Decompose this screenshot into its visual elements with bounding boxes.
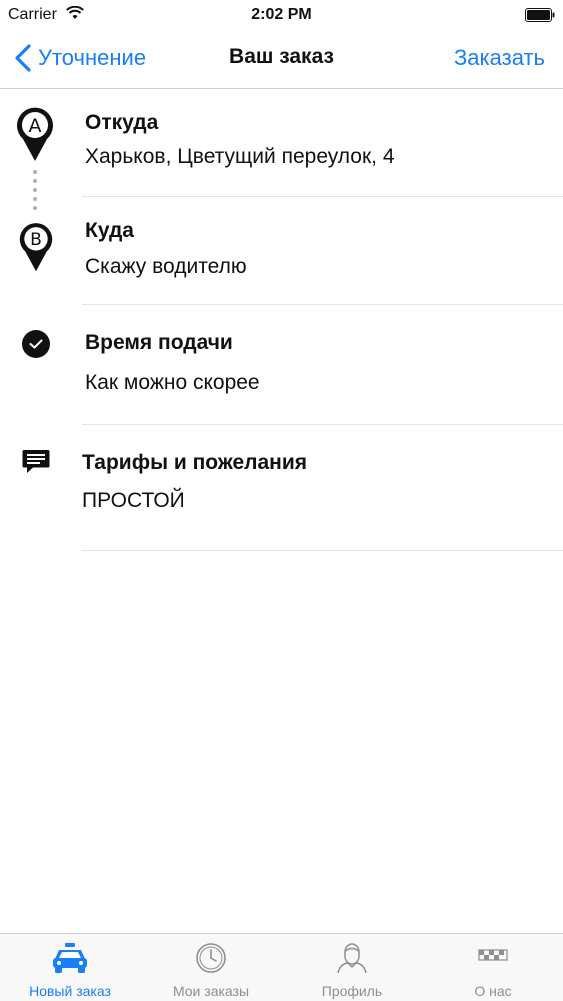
tab-my-orders[interactable]: Мои заказы bbox=[141, 934, 281, 1001]
tariff-title: Тарифы и пожелания bbox=[82, 451, 308, 474]
battery-icon bbox=[525, 8, 555, 22]
row-separator bbox=[82, 550, 563, 551]
navigation-bar: Уточнение Ваш заказ Заказать bbox=[0, 30, 563, 89]
tab-bar: Новый заказ Мои заказы Профиль О нас bbox=[0, 933, 563, 1001]
profile-icon bbox=[337, 943, 367, 974]
clock-label: 2:02 PM bbox=[251, 6, 312, 23]
tab-about[interactable]: О нас bbox=[423, 934, 563, 1001]
tariff-value: ПРОСТОЙ bbox=[82, 489, 185, 512]
time-title: Время подачи bbox=[85, 331, 233, 354]
back-button[interactable]: Уточнение bbox=[14, 42, 146, 74]
order-button[interactable]: Заказать bbox=[454, 45, 545, 71]
from-value: Харьков, Цветущий переулок, 4 bbox=[85, 145, 395, 168]
to-title: Куда bbox=[85, 219, 134, 242]
tab-label: О нас bbox=[474, 983, 512, 999]
to-value: Скажу водителю bbox=[85, 255, 247, 278]
back-button-label: Уточнение bbox=[38, 45, 147, 70]
tab-profile[interactable]: Профиль bbox=[282, 934, 422, 1001]
tariff-row[interactable]: Тарифы и пожелания ПРОСТОЙ bbox=[0, 425, 563, 551]
to-row[interactable]: B Куда Скажу водителю bbox=[0, 197, 563, 305]
chevron-left-icon bbox=[15, 44, 31, 72]
pin-b-icon: B bbox=[19, 223, 53, 272]
car-icon bbox=[53, 943, 87, 973]
from-row[interactable]: A Откуда Харьков, Цветущий переулок, 4 bbox=[0, 89, 563, 197]
comment-icon bbox=[22, 450, 50, 473]
clock-check-icon bbox=[22, 330, 50, 358]
tab-label: Профиль bbox=[321, 983, 383, 999]
taxi-checker-icon bbox=[478, 949, 508, 961]
from-title: Откуда bbox=[85, 111, 159, 134]
pin-a-icon: A bbox=[17, 107, 54, 161]
tab-new-order[interactable]: Новый заказ bbox=[0, 934, 140, 1001]
status-bar: Carrier 2:02 PM bbox=[0, 0, 563, 30]
pin-a-letter: A bbox=[29, 115, 42, 137]
tab-label: Новый заказ bbox=[29, 983, 111, 999]
clock-icon bbox=[196, 943, 226, 973]
tab-label: Мои заказы bbox=[172, 983, 250, 999]
time-row[interactable]: Время подачи Как можно скорее bbox=[0, 305, 563, 425]
time-value: Как можно скорее bbox=[85, 371, 260, 394]
pin-b-letter: B bbox=[30, 230, 42, 250]
